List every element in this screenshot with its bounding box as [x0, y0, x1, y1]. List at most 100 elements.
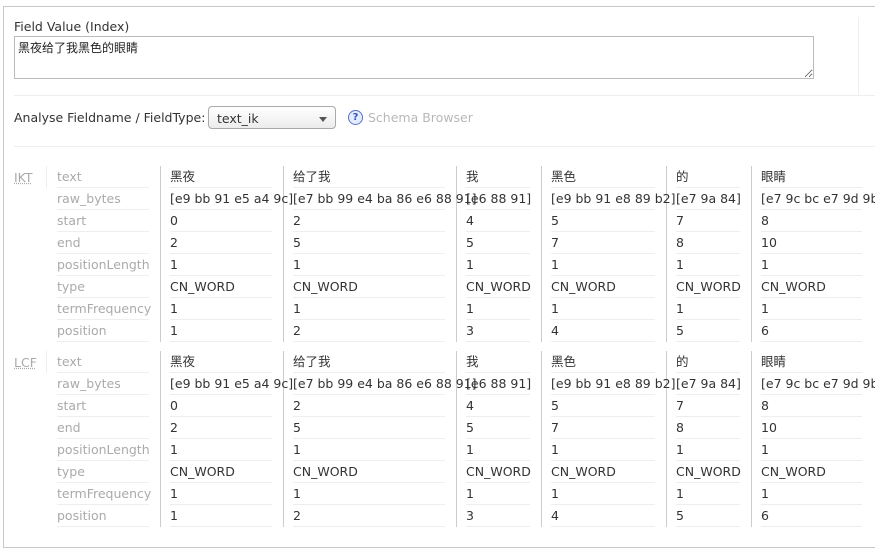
token-type: CN_WORD: [761, 276, 862, 298]
token-type: CN_WORD: [676, 461, 741, 483]
column-divider: [751, 166, 752, 342]
token-termFrequency: 1: [676, 483, 740, 505]
schema-browser-link[interactable]: Schema Browser: [368, 110, 473, 125]
token-raw_bytes: [e7 bb 99 e4 ba 86 e6 88 91]: [293, 188, 477, 210]
token-type: CN_WORD: [761, 461, 862, 483]
divider: [858, 17, 859, 95]
token-position: 1: [170, 320, 272, 342]
token-type: CN_WORD: [466, 461, 531, 483]
token-end: 2: [170, 232, 272, 254]
token-text: 黑夜: [170, 166, 272, 188]
property-name: raw_bytes: [57, 373, 149, 395]
token-termFrequency: 1: [293, 298, 445, 320]
token-text: 黑夜: [170, 351, 272, 373]
token-text: 的: [676, 166, 740, 188]
property-name: start: [57, 395, 149, 417]
token-raw_bytes: [e7 9a 84]: [676, 188, 741, 210]
token-start: 7: [676, 395, 740, 417]
token-raw_bytes: [e7 bb 99 e4 ba 86 e6 88 91]: [293, 373, 477, 395]
token-raw_bytes: [e6 88 91]: [466, 188, 531, 210]
token-type: CN_WORD: [676, 276, 741, 298]
token-start: 4: [466, 395, 530, 417]
column-divider: [541, 166, 542, 342]
token-positionLength: 1: [170, 254, 272, 276]
token-type: CN_WORD: [293, 461, 445, 483]
token-end: 5: [293, 417, 445, 439]
token-raw_bytes: [e9 bb 91 e5 a4 9c]: [170, 373, 293, 395]
token-end: 5: [466, 232, 530, 254]
token-termFrequency: 1: [551, 298, 655, 320]
token-raw_bytes: [e7 9a 84]: [676, 373, 741, 395]
token-text: 我: [466, 166, 530, 188]
property-name: end: [57, 417, 149, 439]
field-value-input[interactable]: 黑夜给了我黑色的眼睛: [14, 36, 814, 79]
token-raw_bytes: [e9 bb 91 e5 a4 9c]: [170, 188, 293, 210]
analyse-fieldtype-label: Analyse Fieldname / FieldType:: [14, 110, 206, 125]
token-position: 4: [551, 505, 655, 527]
token-position: 6: [761, 505, 862, 527]
token-position: 4: [551, 320, 655, 342]
token-termFrequency: 1: [170, 483, 272, 505]
token-raw_bytes: [e9 bb 91 e8 89 b2]: [551, 373, 675, 395]
token-positionLength: 1: [170, 439, 272, 461]
token-position: 2: [293, 505, 445, 527]
help-icon[interactable]: ?: [348, 110, 363, 125]
fieldtype-selected: text_ik: [217, 111, 259, 126]
token-position: 6: [761, 320, 862, 342]
token-positionLength: 1: [551, 439, 655, 461]
token-raw_bytes: [e7 9c bc e7 9d 9b]: [761, 373, 875, 395]
token-termFrequency: 1: [761, 298, 862, 320]
token-type: CN_WORD: [293, 276, 445, 298]
divider: [14, 146, 875, 147]
property-name: position: [57, 320, 149, 342]
token-end: 7: [551, 417, 655, 439]
token-raw_bytes: [e7 9c bc e7 9d 9b]: [761, 188, 875, 210]
token-start: 0: [170, 395, 272, 417]
token-text: 黑色: [551, 351, 655, 373]
token-end: 2: [170, 417, 272, 439]
token-positionLength: 1: [466, 439, 530, 461]
token-positionLength: 1: [676, 439, 740, 461]
token-end: 8: [676, 417, 740, 439]
token-positionLength: 1: [293, 254, 445, 276]
token-end: 10: [761, 232, 862, 254]
column-divider: [160, 351, 161, 527]
property-name: position: [57, 505, 149, 527]
column-divider: [751, 351, 752, 527]
token-start: 4: [466, 210, 530, 232]
token-raw_bytes: [e6 88 91]: [466, 373, 531, 395]
token-positionLength: 1: [293, 439, 445, 461]
token-type: CN_WORD: [466, 276, 531, 298]
token-start: 8: [761, 395, 862, 417]
property-name: positionLength: [57, 439, 150, 461]
token-end: 8: [676, 232, 740, 254]
property-name: type: [57, 461, 149, 483]
property-name: type: [57, 276, 149, 298]
token-text: 我: [466, 351, 530, 373]
token-type: CN_WORD: [551, 461, 655, 483]
analyzer-name: IKT: [14, 170, 33, 185]
token-position: 2: [293, 320, 445, 342]
token-positionLength: 1: [551, 254, 655, 276]
field-value-label: Field Value (Index): [14, 19, 130, 34]
property-name: text: [57, 166, 149, 188]
token-raw_bytes: [e9 bb 91 e8 89 b2]: [551, 188, 675, 210]
token-position: 5: [676, 505, 740, 527]
property-name: text: [57, 351, 149, 373]
property-name: start: [57, 210, 149, 232]
token-text: 给了我: [293, 166, 445, 188]
token-end: 7: [551, 232, 655, 254]
analyzer-name: LCF: [14, 355, 37, 370]
token-text: 黑色: [551, 166, 655, 188]
property-name: end: [57, 232, 149, 254]
token-start: 2: [293, 210, 445, 232]
divider: [46, 166, 47, 188]
token-termFrequency: 1: [466, 298, 530, 320]
token-start: 5: [551, 395, 655, 417]
token-start: 5: [551, 210, 655, 232]
token-position: 3: [466, 505, 530, 527]
fieldtype-select[interactable]: text_ik: [208, 106, 336, 129]
token-start: 8: [761, 210, 862, 232]
token-type: CN_WORD: [551, 276, 655, 298]
token-position: 1: [170, 505, 272, 527]
